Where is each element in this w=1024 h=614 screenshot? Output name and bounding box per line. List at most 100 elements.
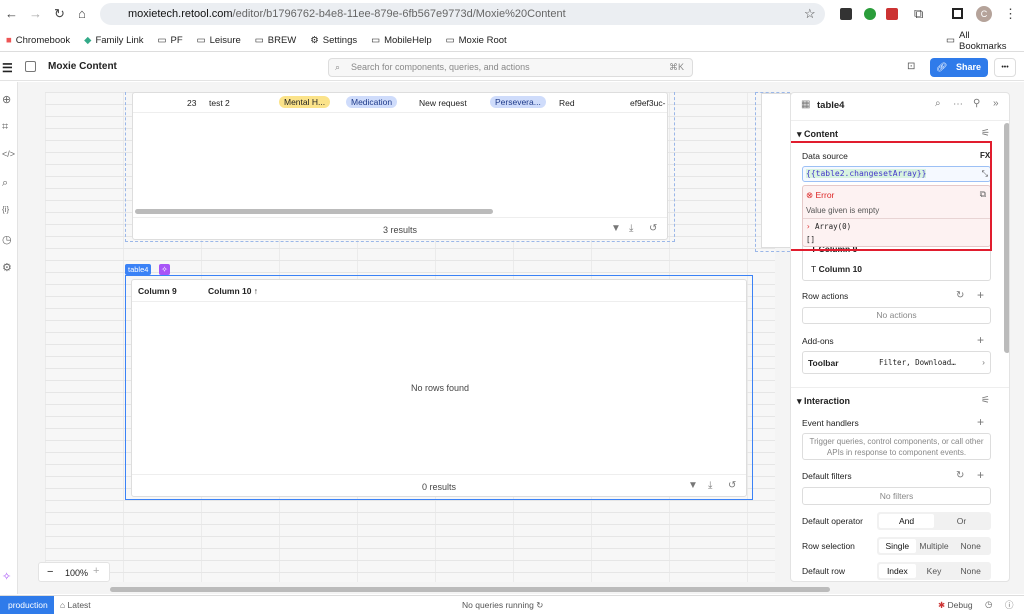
table-top: 23 test 2 Mental H... Medication New req… [132,92,668,240]
column-header[interactable]: Column 9 [138,286,177,296]
bookmark-pf[interactable]: ▭PF [158,35,183,46]
refresh-icon[interactable]: ↺ [728,480,736,491]
zoom-in-button[interactable]: + [93,565,99,577]
row-actions-empty: No actions [802,307,991,324]
column-item[interactable]: T Column 10 [811,264,862,274]
shield-extension-icon[interactable] [864,8,876,20]
bookmark-moxie-root[interactable]: ▭Moxie Root [446,35,507,46]
option-none[interactable]: None [952,564,989,578]
bookmark-star-icon[interactable]: ☆ [804,6,816,22]
ai-assist-icon[interactable]: ✧ [2,570,11,583]
search-icon[interactable]: ⌕ [2,177,8,190]
toggle-panel-icon[interactable] [25,61,36,72]
download-icon[interactable]: ⤓ [708,480,712,491]
column-name: Column 10 [819,264,862,274]
collapse-icon[interactable]: » [993,98,999,109]
content-section-header[interactable]: ▾ Content [797,129,838,140]
retool-menu-icon[interactable]: ☰ [2,61,13,75]
status-bar: production ⌂ Latest No queries running ↻… [0,595,1024,614]
extensions-puzzle-icon[interactable]: ⧉ [914,6,923,22]
table-row[interactable]: 23 test 2 Mental H... Medication New req… [133,93,667,113]
option-none[interactable]: None [952,539,989,553]
results-count: 0 results [422,482,456,492]
zoom-out-button[interactable]: − [47,566,53,578]
settings-icon[interactable]: ⚙ [2,261,12,274]
bookmark-brew[interactable]: ▭BREW [255,35,296,46]
zoom-level[interactable]: 100% [65,568,88,578]
event-handlers-empty[interactable]: Trigger queries, control components, or … [802,433,991,460]
search-input[interactable]: ⌕Search for components, queries, and act… [328,58,693,77]
default-operator-toggle: AndOr [877,512,991,530]
settings-sliders-icon[interactable]: ⚟ [981,128,990,139]
debug-button[interactable]: ✱ Debug [938,600,973,611]
profile-avatar[interactable]: C [976,6,992,22]
option-index[interactable]: Index [879,564,916,578]
option-single[interactable]: Single [879,539,916,553]
option-or[interactable]: Or [934,514,989,528]
forward-icon[interactable]: → [29,6,42,21]
menu-icon[interactable]: ⋮ [1004,6,1017,22]
extension-icon[interactable] [840,8,852,20]
table-footer: 3 results ▼ ⤓ ↺ [133,217,667,240]
results-count: 3 results [383,225,417,235]
add-icon[interactable]: + [977,333,984,347]
option-and[interactable]: And [879,514,934,528]
row-selection-toggle: SingleMultipleNone [877,537,991,555]
share-button[interactable]: 🔗︎ Share [930,58,988,77]
horizontal-scrollbar[interactable] [135,209,493,214]
interaction-section-header[interactable]: ▾ Interaction [797,396,850,407]
more-icon[interactable]: ⋯ [953,99,963,110]
queries-status[interactable]: No queries running ↻ [462,600,543,611]
bookmark-chromebook[interactable]: ■Chromebook [6,35,70,46]
filter-icon[interactable]: ▼ [688,480,698,491]
reload-icon[interactable]: ↻ [54,6,65,22]
search-icon: ⌕ [335,59,340,76]
back-icon[interactable]: ← [5,6,18,21]
component-tag[interactable]: table4 [125,264,151,275]
canvas-horizontal-scrollbar[interactable] [110,587,830,592]
history-icon[interactable]: ◷ [2,233,12,246]
cell: 23 [187,98,196,108]
panel-scrollbar[interactable] [1004,123,1010,353]
home-icon[interactable]: ⌂ [78,6,86,21]
add-icon[interactable]: + [977,288,984,302]
add-component-icon[interactable]: ⊕ [2,93,11,106]
reset-icon[interactable]: ↻ [956,470,964,481]
ai-component-icon[interactable]: ✧ [159,264,170,275]
help-icon[interactable]: ⓘ [1005,599,1014,611]
filter-icon[interactable]: ▼ [611,223,621,234]
toolbar-addon[interactable]: Toolbar Filter, Download… › [802,351,991,374]
version-button[interactable]: ⌂ Latest [60,600,91,610]
column-header[interactable]: Column 10 ↑ [208,286,258,296]
history-icon[interactable]: ◷ [985,599,992,610]
search-icon[interactable]: ⌕ [935,98,941,109]
address-bar[interactable]: moxietech.retool.com/editor/b1796762-b4e… [100,3,825,25]
component-name[interactable]: table4 [817,100,844,111]
unpin-icon[interactable]: ⚲ [973,98,980,109]
bookmark-family-link[interactable]: ◆Family Link [84,35,143,46]
side-panel-icon[interactable] [952,8,963,19]
app-title[interactable]: Moxie Content [48,61,117,72]
option-multiple[interactable]: Multiple [916,539,953,553]
add-icon[interactable]: + [977,468,984,482]
addon-name: Toolbar [808,358,839,368]
refresh-icon[interactable]: ↺ [649,223,657,234]
all-bookmarks[interactable]: ▭All Bookmarks [946,30,1016,52]
cell: test 2 [209,98,230,108]
download-icon[interactable]: ⤓ [629,223,633,234]
code-icon[interactable]: </> [2,149,15,159]
state-icon[interactable]: {i} [2,205,9,214]
partial-component [755,92,790,252]
component-tree-icon[interactable]: ⌗ [2,121,8,134]
extension-icon[interactable] [886,8,898,20]
bookmark-leisure[interactable]: ▭Leisure [197,35,241,46]
settings-sliders-icon[interactable]: ⚟ [981,395,990,406]
preview-icon[interactable]: ⊡ [907,61,915,72]
bookmark-mobilehelp[interactable]: ▭MobileHelp [371,35,432,46]
reset-icon[interactable]: ↻ [956,290,964,301]
more-button[interactable]: ••• [994,58,1016,77]
option-key[interactable]: Key [916,564,953,578]
bookmark-settings[interactable]: ⚙Settings [310,35,357,46]
environment-button[interactable]: production [0,596,54,614]
add-icon[interactable]: + [977,415,984,429]
